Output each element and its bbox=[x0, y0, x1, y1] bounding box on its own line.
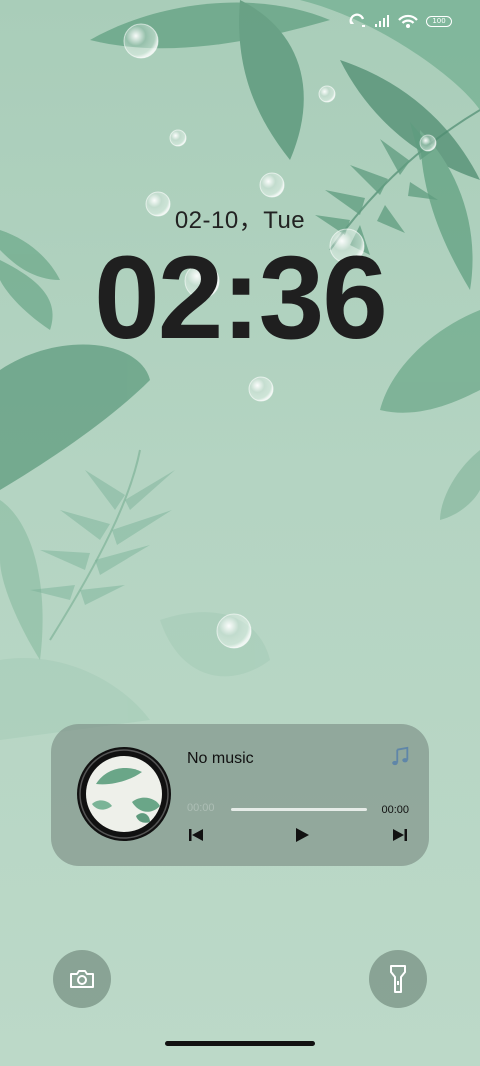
status-bar: 100 bbox=[348, 10, 452, 32]
next-button[interactable] bbox=[389, 824, 411, 846]
play-icon bbox=[296, 828, 309, 842]
home-indicator[interactable] bbox=[165, 1041, 315, 1046]
battery-icon: 100 bbox=[426, 15, 452, 27]
previous-button[interactable] bbox=[185, 824, 207, 846]
music-player-widget[interactable]: No music 00:00 00:00 bbox=[51, 724, 429, 866]
play-button[interactable] bbox=[291, 824, 313, 846]
wallpaper bbox=[0, 0, 480, 740]
flashlight-shortcut-button[interactable] bbox=[369, 950, 427, 1008]
album-disc[interactable] bbox=[76, 746, 172, 842]
wifi-icon bbox=[398, 14, 418, 28]
sync-icon bbox=[349, 13, 365, 27]
elapsed-time: 00:00 bbox=[187, 802, 215, 814]
previous-icon bbox=[189, 829, 203, 841]
battery-level: 100 bbox=[432, 17, 446, 25]
progress-bar[interactable] bbox=[231, 808, 367, 811]
signal-icon bbox=[375, 15, 389, 27]
camera-shortcut-button[interactable] bbox=[53, 950, 111, 1008]
total-time: 00:00 bbox=[381, 804, 409, 816]
track-title: No music bbox=[187, 750, 254, 767]
camera-icon bbox=[70, 970, 94, 988]
lockscreen-date: 02-10，Tue bbox=[174, 207, 306, 234]
music-note-icon[interactable] bbox=[389, 746, 411, 768]
flashlight-icon bbox=[390, 965, 406, 993]
next-icon bbox=[393, 829, 407, 841]
lockscreen-clock: 02:36 bbox=[94, 232, 388, 364]
